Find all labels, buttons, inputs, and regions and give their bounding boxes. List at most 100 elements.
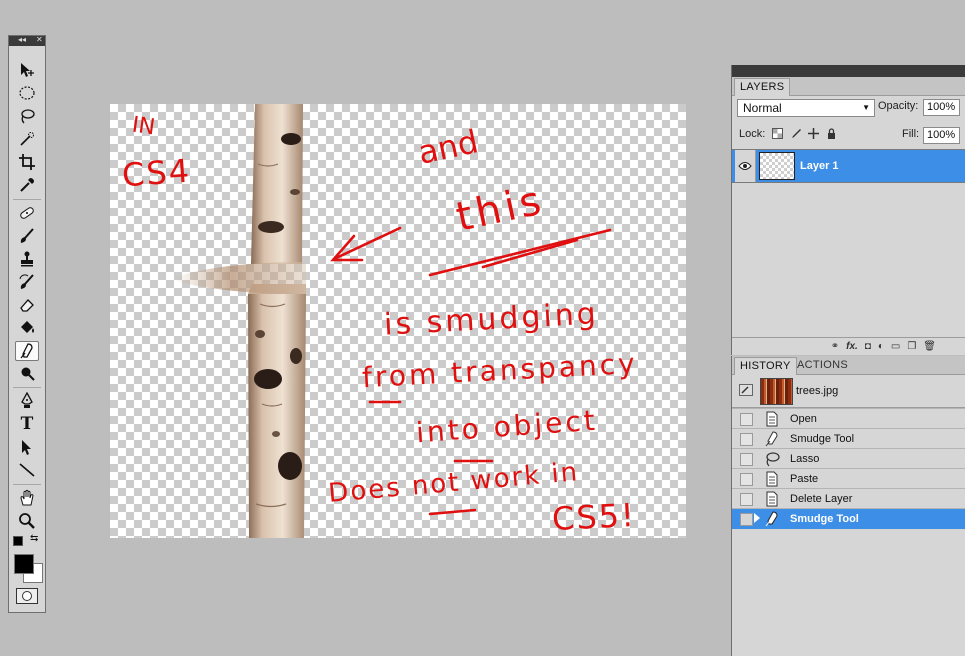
history-source-checkbox[interactable] <box>740 493 753 506</box>
adjustment-icon[interactable]: ◐ <box>878 341 884 352</box>
pen-tool[interactable] <box>15 391 39 411</box>
move-icon <box>21 63 34 77</box>
layers-footer: ⚭ fx. ◘ ◐ ▭ ❐ 🗑 <box>732 337 965 355</box>
eraser-tool[interactable] <box>15 295 39 315</box>
crop-icon <box>19 154 35 170</box>
quick-select-tool[interactable] <box>15 129 39 149</box>
smudge-tool[interactable] <box>15 341 39 361</box>
layers-panel: LAYERS Normal ▼ Opacity: 100% Lock: Fill… <box>731 65 965 355</box>
history-source-checkbox[interactable] <box>740 453 753 466</box>
history-item-label: Lasso <box>790 453 820 465</box>
opacity-field[interactable]: 100% <box>923 99 960 116</box>
stamp-icon <box>21 251 33 267</box>
history-item-label: Smudge Tool <box>790 433 855 445</box>
snapshot-brush-source-icon[interactable] <box>739 384 753 396</box>
history-item-label: Smudge Tool <box>790 513 859 525</box>
paint-bucket-tool[interactable] <box>15 318 39 338</box>
lasso-tool[interactable] <box>15 106 39 126</box>
history-source-checkbox[interactable] <box>740 473 753 486</box>
history-source-checkbox[interactable] <box>740 433 753 446</box>
fill-field[interactable]: 100% <box>923 127 960 144</box>
blend-mode-select[interactable]: Normal ▼ <box>737 99 875 117</box>
visibility-toggle[interactable] <box>735 150 756 182</box>
history-item-paste[interactable]: Paste <box>732 468 965 489</box>
layer-thumbnail <box>759 152 795 180</box>
clone-stamp-tool[interactable] <box>15 249 39 269</box>
close-icon[interactable]: ✕ <box>36 35 43 45</box>
default-colors-icon[interactable] <box>13 536 23 546</box>
layers-tab-row: LAYERS <box>732 77 965 96</box>
marquee-tool[interactable] <box>15 83 39 103</box>
brush-tool[interactable] <box>15 226 39 246</box>
history-item-delete-layer[interactable]: Delete Layer <box>732 488 965 509</box>
lock-all-icon[interactable] <box>825 127 837 139</box>
layer-row[interactable]: Layer 1 <box>732 149 965 183</box>
eyedropper-icon <box>20 178 34 192</box>
swap-colors-icon[interactable]: ⇆ <box>30 533 38 544</box>
lock-label: Lock: <box>739 128 766 140</box>
line-icon <box>19 463 35 477</box>
annotation-note-cs5: CS5! <box>551 495 637 539</box>
hand-icon <box>20 489 34 506</box>
collapse-icon[interactable]: ◂◂ <box>18 35 26 45</box>
trash-icon[interactable]: 🗑 <box>923 341 936 352</box>
fill-label: Fill: <box>902 128 920 140</box>
history-item-label: Delete Layer <box>790 493 853 505</box>
blend-mode-value: Normal <box>743 101 782 115</box>
tools-panel-titlebar[interactable]: ◂◂ ✕ <box>9 35 45 46</box>
history-source-checkbox[interactable] <box>740 413 753 426</box>
eyedropper-tool[interactable] <box>15 175 39 195</box>
new-layer-icon[interactable]: ❐ <box>907 341 916 352</box>
history-item-lasso[interactable]: Lasso <box>732 448 965 469</box>
history-source-checkbox[interactable] <box>740 513 753 526</box>
lasso-icon <box>21 109 35 124</box>
zoom-tool[interactable] <box>15 511 39 531</box>
crop-tool[interactable] <box>15 152 39 172</box>
hand-tool[interactable] <box>15 488 39 508</box>
history-tab-row: HISTORY ACTIONS <box>732 356 965 375</box>
lock-transparency-icon[interactable] <box>771 127 783 139</box>
path-select-tool[interactable] <box>15 437 39 457</box>
dodge-icon <box>21 367 35 381</box>
history-brush-icon <box>19 274 34 289</box>
folder-icon[interactable]: ▭ <box>891 341 900 352</box>
history-item-open[interactable]: Open <box>732 408 965 429</box>
layers-panel-titlebar[interactable] <box>732 65 965 77</box>
lock-pixels-icon[interactable] <box>789 127 801 139</box>
smudge-icon <box>765 511 778 527</box>
fx-icon[interactable]: fx. <box>846 341 858 352</box>
history-item-smudge-tool[interactable]: Smudge Tool <box>732 428 965 449</box>
snapshot-name: trees.jpg <box>796 385 839 397</box>
history-panel: HISTORY ACTIONS trees.jpg Open Smudge To… <box>731 356 965 656</box>
tab-history[interactable]: HISTORY <box>734 357 797 375</box>
layer-name: Layer 1 <box>800 160 839 172</box>
document-canvas[interactable]: IN CS4 and this is smudging from transpa… <box>110 104 686 538</box>
type-tool[interactable]: T <box>15 414 39 434</box>
smudge-icon <box>20 343 33 359</box>
magic-wand-icon <box>20 132 34 146</box>
history-item-label: Paste <box>790 473 819 485</box>
history-snapshot[interactable]: trees.jpg <box>732 375 965 408</box>
move-tool[interactable] <box>15 60 39 80</box>
smudge-stroke <box>172 262 306 294</box>
tab-layers[interactable]: LAYERS <box>734 78 791 96</box>
healing-tool[interactable] <box>15 203 39 223</box>
lock-options <box>771 127 837 139</box>
mask-icon[interactable]: ◘ <box>865 341 871 352</box>
zoom-icon <box>19 513 35 529</box>
bandage-icon <box>20 207 34 219</box>
brush-icon <box>20 228 34 243</box>
annotation-note-cs4: CS4 <box>120 151 193 195</box>
lock-position-icon[interactable] <box>807 127 819 139</box>
chevron-down-icon: ▼ <box>862 103 870 112</box>
history-brush-tool[interactable] <box>15 272 39 292</box>
tab-actions[interactable]: ACTIONS <box>792 357 853 374</box>
link-icon[interactable]: ⚭ <box>831 341 839 352</box>
line-tool[interactable] <box>15 460 39 480</box>
history-item-smudge-tool-current[interactable]: Smudge Tool <box>732 508 965 529</box>
arrow-icon <box>22 440 31 455</box>
foreground-color-swatch-front[interactable] <box>14 554 34 574</box>
quick-mask-button[interactable] <box>16 588 38 604</box>
dodge-tool[interactable] <box>15 364 39 384</box>
opacity-label: Opacity: <box>878 100 919 112</box>
